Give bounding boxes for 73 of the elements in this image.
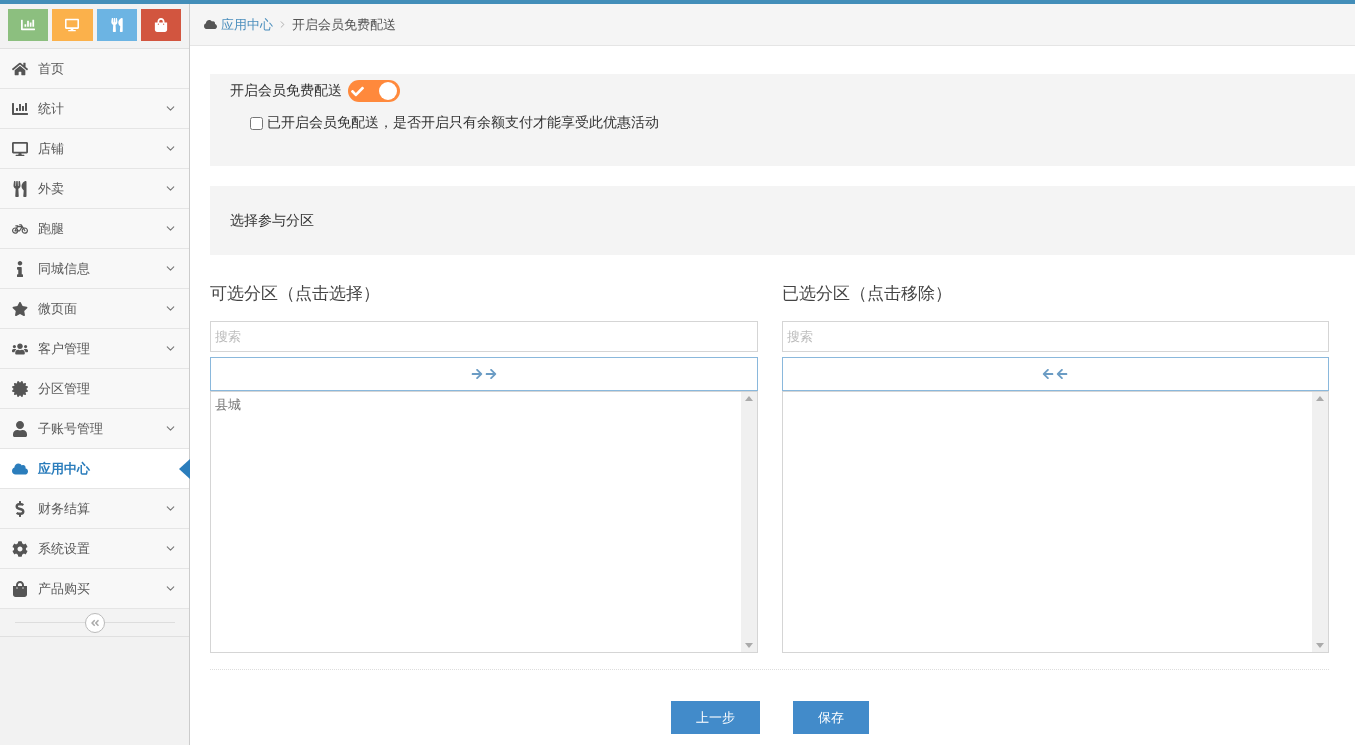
checkbox[interactable] bbox=[250, 116, 263, 130]
shortcut-button[interactable] bbox=[8, 9, 49, 41]
menu-label: 统计 bbox=[38, 99, 65, 118]
check-icon bbox=[351, 84, 364, 98]
sidebar-item[interactable]: 客户管理 bbox=[0, 329, 189, 369]
save-button[interactable]: 保存 bbox=[792, 701, 869, 734]
sidebar-item[interactable]: 系统设置 bbox=[0, 529, 189, 569]
sidebar-item[interactable]: 微页面 bbox=[0, 289, 189, 329]
search-field[interactable]: 搜索 bbox=[210, 321, 758, 352]
scrollbar[interactable] bbox=[1312, 392, 1328, 652]
arrow-left-icon bbox=[1042, 368, 1055, 380]
menu-label: 系统设置 bbox=[38, 539, 91, 558]
menu-label: 店铺 bbox=[38, 139, 65, 158]
sidebar-item[interactable]: 跑腿 bbox=[0, 209, 189, 249]
scrollbar[interactable] bbox=[740, 392, 757, 652]
sidebar-item[interactable]: 财务结算 bbox=[0, 489, 189, 529]
checkbox-label: 已开启会员免配送，是否开启只有余额支付才能享受此优惠活动 bbox=[267, 114, 659, 132]
sidebar-item[interactable]: 产品购买 bbox=[0, 569, 189, 609]
cutlery-icon bbox=[12, 180, 28, 197]
shortcut-button[interactable] bbox=[140, 9, 181, 41]
arrow-right-icon bbox=[484, 368, 497, 380]
menu-label: 财务结算 bbox=[38, 499, 91, 518]
zone-list[interactable]: 县城 bbox=[210, 391, 758, 653]
home-icon bbox=[12, 60, 28, 77]
toggle-switch[interactable] bbox=[348, 80, 400, 102]
sidebar-item[interactable]: 子账号管理 bbox=[0, 409, 189, 449]
bar-chart-icon bbox=[12, 100, 28, 117]
menu-label: 跑腿 bbox=[38, 219, 65, 238]
sidebar-item[interactable]: 统计 bbox=[0, 89, 189, 129]
sidebar-item[interactable]: 应用中心 bbox=[0, 449, 189, 489]
arrow-right-icon bbox=[470, 368, 483, 380]
setting-label: 开启会员免费配送 bbox=[230, 82, 342, 100]
move-all-right-button[interactable] bbox=[210, 357, 758, 391]
menu-label: 同城信息 bbox=[38, 259, 91, 278]
sidebar-item[interactable]: 同城信息 bbox=[0, 249, 189, 289]
menu-label: 外卖 bbox=[38, 179, 65, 198]
user-icon bbox=[12, 420, 28, 437]
bar-chart-icon bbox=[21, 18, 36, 32]
sidebar-item[interactable]: 分区管理 bbox=[0, 369, 189, 409]
shopping-bag-icon bbox=[153, 18, 168, 32]
menu-label: 分区管理 bbox=[38, 379, 91, 398]
sidebar-item[interactable]: 店铺 bbox=[0, 129, 189, 169]
list-option[interactable]: 县城 bbox=[215, 396, 737, 414]
move-all-left-button[interactable] bbox=[781, 357, 1329, 391]
cutlery-icon bbox=[109, 18, 124, 32]
menu-label: 产品购买 bbox=[38, 579, 91, 598]
shortcut-button[interactable] bbox=[96, 9, 137, 41]
double-chevron-icon bbox=[89, 617, 100, 628]
zone-list[interactable] bbox=[781, 391, 1329, 653]
breadcrumb-current: 开启会员免费配送 bbox=[292, 15, 396, 34]
section-title: 选择参与分区 bbox=[230, 212, 314, 228]
back-button[interactable]: 上一步 bbox=[670, 701, 760, 734]
badge-icon bbox=[12, 380, 28, 397]
star-icon bbox=[12, 300, 28, 317]
menu-label: 首页 bbox=[38, 59, 65, 78]
column-title: 已选分区（点击移除） bbox=[781, 281, 953, 305]
settings-icon bbox=[12, 540, 28, 557]
monitor-icon bbox=[65, 18, 80, 32]
menu-label: 微页面 bbox=[38, 299, 78, 318]
cloud-icon bbox=[204, 18, 217, 31]
column-title: 可选分区（点击选择） bbox=[210, 281, 381, 305]
shopping-bag-icon bbox=[12, 580, 28, 597]
monitor-icon bbox=[12, 140, 28, 157]
collapse-button[interactable] bbox=[84, 612, 105, 633]
sidebar-item[interactable]: 外卖 bbox=[0, 169, 189, 209]
menu-label: 客户管理 bbox=[38, 339, 91, 358]
cloud-icon bbox=[12, 460, 28, 477]
sidebar-item[interactable]: 首页 bbox=[0, 49, 189, 89]
menu-label: 应用中心 bbox=[38, 459, 91, 478]
menu-label: 子账号管理 bbox=[38, 419, 104, 438]
arrow-left-icon bbox=[1056, 368, 1069, 380]
search-field[interactable]: 搜索 bbox=[781, 321, 1329, 352]
shortcut-button[interactable] bbox=[52, 9, 93, 41]
